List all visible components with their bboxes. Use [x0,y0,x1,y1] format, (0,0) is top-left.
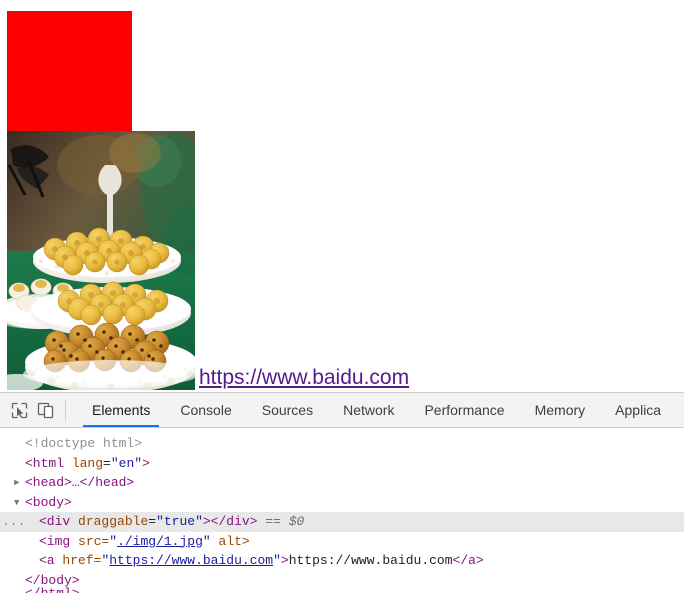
dom-row-html[interactable]: ►<html lang="en"> [0,454,684,474]
head-collapsed: <head>…</head> [25,475,135,490]
scroll-ellipsis: ... [2,514,26,529]
tab-application[interactable]: Applica [600,393,676,427]
a-attr-href: href= [62,553,102,568]
body-tag-open: <body> [25,494,72,510]
tab-network[interactable]: Network [328,393,409,427]
browser-page-viewport: https://www.baidu.com [0,0,684,392]
img-src-value[interactable]: ./img/1.jpg [117,534,203,549]
div-tag-close: ></div> [202,514,258,529]
baidu-link[interactable]: https://www.baidu.com [199,365,409,390]
a-href-value[interactable]: https://www.baidu.com [109,553,273,568]
expand-triangle-head-icon[interactable]: ► [14,474,25,494]
tab-elements[interactable]: Elements [77,393,165,427]
html-attr-lang: lang [71,455,104,471]
a-open-bracket: > [280,553,289,568]
dom-row-div-selected[interactable]: ...►<div draggable="true"></div> == $0 [0,512,684,532]
html-close-bracket: > [142,455,150,471]
html-tag-close: </html> [25,586,80,593]
tab-elements-label: Elements [92,402,151,418]
selected-node-marker: == $0 [265,514,305,529]
tab-performance-label: Performance [424,402,505,418]
a-tag-open: <a [39,553,55,568]
dom-row-anchor[interactable]: ►<a href="https://www.baidu.com">https:/… [0,551,684,571]
tab-memory-label: Memory [534,402,586,418]
equals: = [148,514,157,529]
inspect-cursor-icon[interactable] [6,397,32,423]
equals: = [103,455,111,471]
tab-sources[interactable]: Sources [247,393,328,427]
devtools-toolbar-icons [0,393,62,427]
div-attr-draggable: draggable [78,514,149,529]
div-tag-open: <div [39,514,71,529]
toolbar-divider [65,400,66,420]
toggle-spacer: ► [28,552,39,572]
dom-row-doctype[interactable]: ►<!doctype html> [0,434,684,454]
tab-application-label: Applica [615,402,662,418]
img-attr-src: src= [78,533,110,549]
cookie-photo-graphic [7,131,195,390]
div-attr-draggable-value: "true" [156,514,203,529]
html-tag-open: <html [25,455,65,471]
dom-row-img[interactable]: ►<img src="./img/1.jpg" alt> [0,532,684,552]
tab-network-label: Network [343,402,395,418]
device-toolbar-icon[interactable] [32,397,58,423]
devtools-tab-bar: Elements Console Sources Network Perform… [69,393,684,427]
dom-row-html-close[interactable]: ►</html> [0,584,684,593]
devtools-panel: Elements Console Sources Network Perform… [0,392,684,593]
toggle-spacer: ► [14,585,25,593]
doctype-text: <!doctype html> [25,436,143,451]
dom-row-html-close-clipped[interactable]: ►</html> [0,584,684,593]
toggle-spacer: ► [14,435,25,455]
img-tag-open: <img [39,533,71,549]
red-draggable-box[interactable] [7,11,132,131]
dom-tree[interactable]: ►<!doctype html> ►<html lang="en"> ►<hea… [0,428,684,593]
tab-console[interactable]: Console [165,393,246,427]
collapse-triangle-body-icon[interactable]: ▼ [14,494,25,514]
quote-close: " [202,533,211,549]
tab-console-label: Console [180,402,232,418]
img-attr-alt: alt> [218,533,250,549]
a-text-node: https://www.baidu.com [288,553,453,568]
toggle-spacer: ► [28,533,39,553]
quote-open: " [109,533,118,549]
tab-performance[interactable]: Performance [409,393,519,427]
dom-row-head[interactable]: ► <head>…</head> [0,473,684,493]
toggle-spacer: ► [28,513,39,533]
toggle-spacer: ► [14,455,25,475]
tab-memory[interactable]: Memory [520,393,601,427]
html-attr-lang-value: "en" [110,455,143,471]
devtools-toolbar: Elements Console Sources Network Perform… [0,393,684,428]
dom-row-body-open[interactable]: ▼ <body> [0,493,684,513]
a-tag-close: </a> [452,553,484,568]
quote-close: " [273,553,281,568]
tab-sources-label: Sources [261,402,314,418]
cookie-photo-image[interactable] [7,131,195,390]
